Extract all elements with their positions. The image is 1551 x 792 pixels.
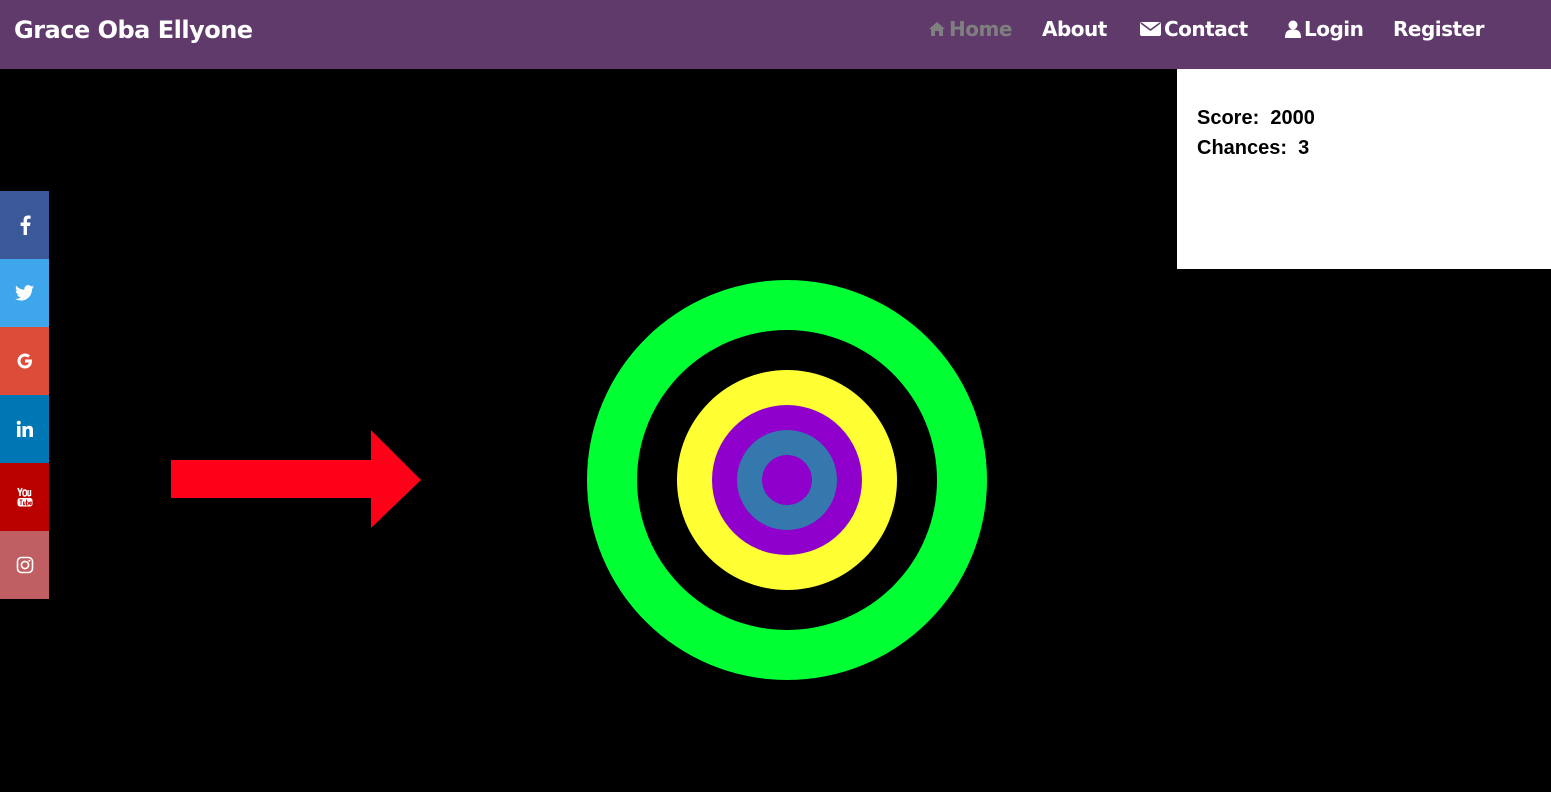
chances-value: 3 <box>1298 137 1310 159</box>
nav-about[interactable]: About <box>1042 15 1107 43</box>
linkedin-button[interactable] <box>0 395 49 463</box>
score-panel: Score: 2000 Chances: 3 <box>1177 69 1551 269</box>
nav-about-label: About <box>1042 17 1107 41</box>
nav-register[interactable]: Register <box>1393 15 1485 43</box>
brand-title[interactable]: Grace Oba Ellyone <box>14 16 253 44</box>
nav-home-label: Home <box>949 17 1012 41</box>
home-icon <box>929 22 945 36</box>
twitter-button[interactable] <box>0 259 49 327</box>
facebook-icon <box>20 215 31 235</box>
youtube-button[interactable] <box>0 463 49 531</box>
chances-line: Chances: 3 <box>1197 137 1309 160</box>
social-sidebar <box>0 191 49 599</box>
nav-register-label: Register <box>1393 17 1485 41</box>
google-button[interactable] <box>0 327 49 395</box>
nav-login[interactable]: Login <box>1285 15 1364 43</box>
arrow[interactable] <box>171 430 421 528</box>
nav-login-label: Login <box>1304 17 1364 41</box>
target-bullseye <box>762 455 812 505</box>
google-icon <box>17 353 32 369</box>
facebook-button[interactable] <box>0 191 49 259</box>
youtube-icon <box>16 487 32 507</box>
score-label: Score: <box>1197 107 1260 129</box>
nav-home[interactable]: Home <box>928 15 1012 43</box>
twitter-icon <box>15 285 34 301</box>
target[interactable] <box>587 280 987 680</box>
chances-label: Chances: <box>1197 137 1288 159</box>
navbar: Grace Oba Ellyone Home About Contact Log… <box>0 0 1551 69</box>
score-line: Score: 2000 <box>1197 107 1315 130</box>
envelope-icon <box>1140 22 1161 36</box>
user-icon <box>1285 20 1301 38</box>
instagram-icon <box>16 556 33 574</box>
nav-contact[interactable]: Contact <box>1140 15 1248 43</box>
score-value: 2000 <box>1270 107 1315 129</box>
instagram-button[interactable] <box>0 531 49 599</box>
linkedin-icon <box>16 420 33 437</box>
nav-contact-label: Contact <box>1164 17 1248 41</box>
